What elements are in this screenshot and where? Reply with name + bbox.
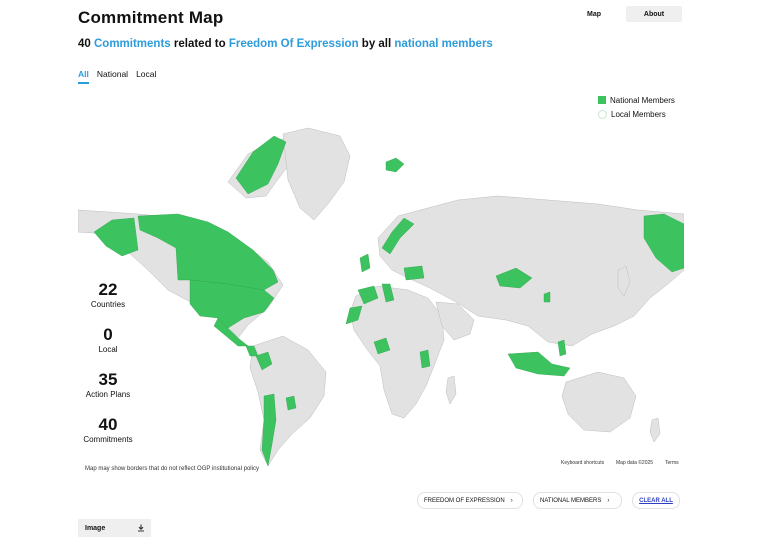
export-image-label: Image: [85, 524, 106, 532]
tab-national[interactable]: National: [97, 69, 128, 84]
stat-local: 0 Local: [76, 325, 140, 370]
filter-chip-policy-area-label: FREEDOM OF EXPRESSION: [424, 497, 505, 504]
stat-local-value: 0: [103, 325, 113, 344]
legend-local-label: Local Members: [611, 109, 666, 119]
world-map[interactable]: Keyboard shortcuts Map data ©2025 Terms: [78, 120, 684, 472]
attribution-map-data: Map data ©2025: [616, 459, 653, 466]
page-title: Commitment Map: [78, 8, 224, 27]
land-australia: [561, 371, 637, 433]
chevron-right-icon: ›: [510, 497, 513, 504]
filter-chip-members[interactable]: NATIONAL MEMBERS ›: [533, 492, 622, 509]
stat-countries: 22 Countries: [76, 280, 140, 325]
map-nav-button[interactable]: Map: [566, 6, 622, 22]
top-nav: Map About: [566, 6, 682, 22]
filter-chip-policy-area[interactable]: FREEDOM OF EXPRESSION ›: [417, 492, 523, 509]
stats-panel: 22 Countries 0 Local 35 Action Plans 40 …: [76, 280, 140, 460]
summary-text: related to: [173, 38, 226, 50]
stat-commitments: 40 Commitments: [76, 415, 140, 460]
clear-all-button[interactable]: CLEAR ALL: [632, 492, 680, 509]
member-type-tabs: All National Local: [78, 69, 156, 84]
stat-commitments-label: Commitments: [83, 435, 133, 444]
land-madagascar: [445, 375, 457, 405]
stat-commitments-value: 40: [98, 415, 118, 434]
stat-local-label: Local: [98, 345, 118, 354]
legend-national-label: National Members: [610, 95, 675, 105]
tab-local[interactable]: Local: [136, 69, 156, 84]
member-ukraine[interactable]: [403, 265, 425, 281]
commitment-count: 40: [78, 38, 91, 50]
commitments-link[interactable]: Commitments: [94, 38, 171, 50]
legend-national-swatch: [598, 96, 606, 104]
members-link[interactable]: national members: [394, 38, 492, 50]
stat-action-plans: 35 Action Plans: [76, 370, 140, 415]
map-disclaimer: Map may show borders that do not reflect…: [85, 466, 259, 472]
land-greenland: [282, 127, 351, 221]
member-kenya[interactable]: [419, 349, 431, 369]
stat-countries-label: Countries: [90, 300, 126, 309]
stat-action-plans-label: Action Plans: [85, 390, 131, 399]
member-korea[interactable]: [543, 291, 551, 303]
attribution-shortcuts[interactable]: Keyboard shortcuts: [561, 460, 605, 466]
download-icon: [138, 524, 144, 532]
tab-all[interactable]: All: [78, 69, 89, 84]
chevron-right-icon: ›: [607, 497, 610, 504]
about-nav-button[interactable]: About: [626, 6, 682, 22]
stat-countries-value: 22: [98, 280, 118, 299]
land-africa: [349, 285, 445, 419]
member-paraguay[interactable]: [285, 395, 297, 411]
summary-heading: 40 Commitments related to Freedom Of Exp…: [78, 38, 493, 50]
export-image-button[interactable]: Image: [78, 519, 151, 537]
land-new-zealand: [649, 417, 661, 443]
policy-area-link[interactable]: Freedom Of Expression: [229, 38, 359, 50]
attribution-terms[interactable]: Terms: [665, 460, 679, 466]
summary-text: by all: [361, 38, 392, 50]
land-base: [78, 127, 684, 467]
legend-local: Local Members: [598, 107, 675, 121]
stat-action-plans-value: 35: [98, 370, 118, 389]
legend-local-swatch: [598, 109, 607, 119]
member-uk-ireland[interactable]: [359, 253, 371, 273]
legend-national: National Members: [598, 93, 675, 107]
map-legend: National Members Local Members: [598, 93, 675, 121]
filter-chip-members-label: NATIONAL MEMBERS: [540, 497, 602, 504]
member-iceland[interactable]: [385, 157, 405, 173]
